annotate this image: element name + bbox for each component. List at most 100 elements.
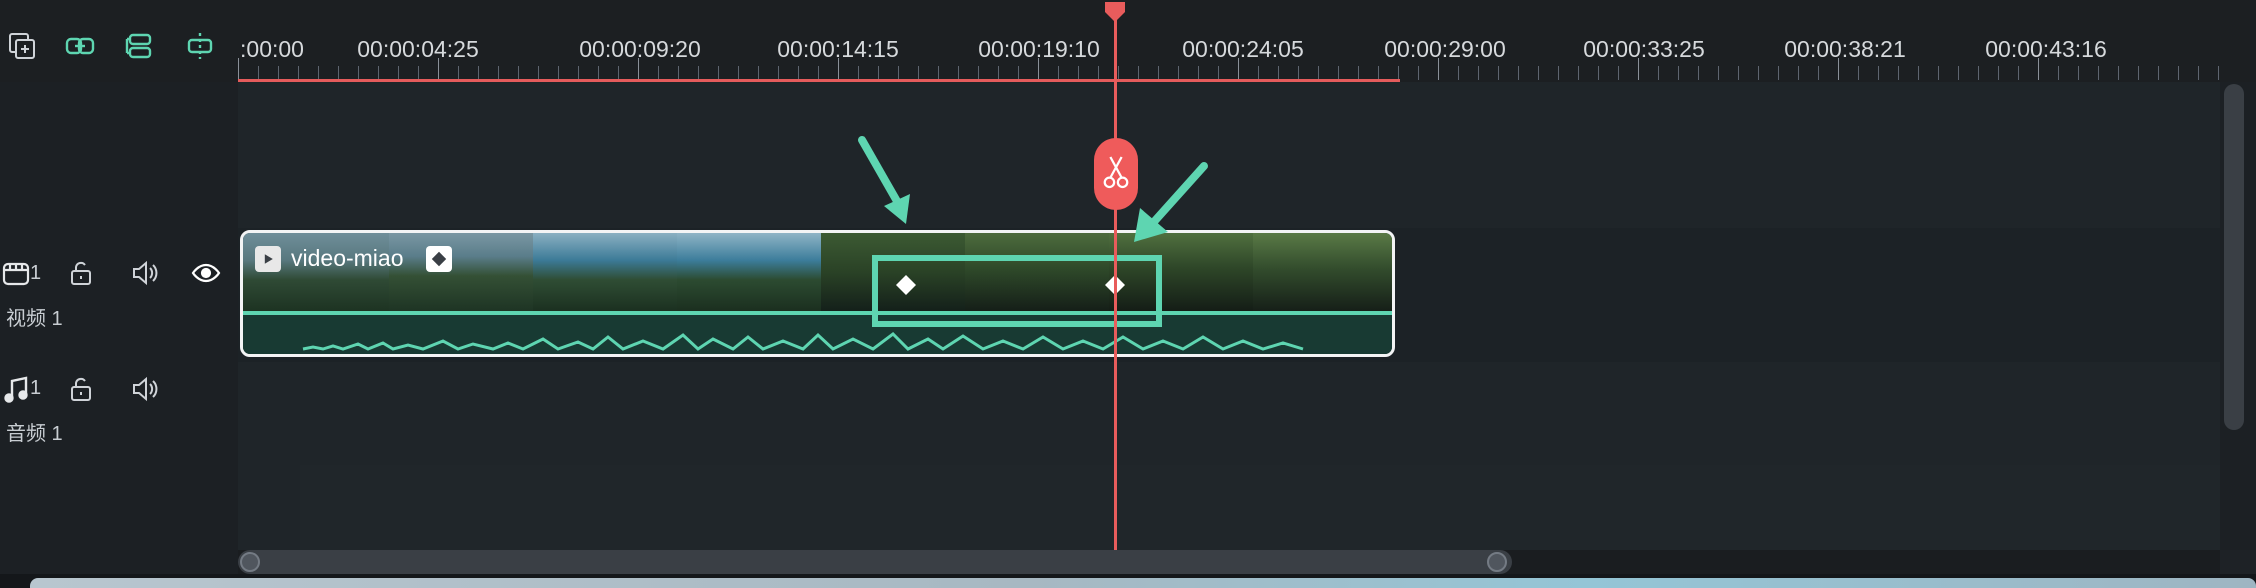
ruler-tick	[2118, 66, 2119, 80]
clip-name: video-miao	[291, 245, 404, 271]
ruler-tick	[1238, 58, 1239, 80]
ruler-tick	[458, 66, 459, 80]
ruler-tick	[1318, 66, 1319, 80]
ruler-tick	[1918, 66, 1919, 80]
ruler-label: 00:00:24:05	[1182, 36, 1304, 62]
ruler-tick	[878, 66, 879, 80]
ruler-tick	[2038, 58, 2039, 80]
ruler-tick	[1698, 66, 1699, 80]
ruler-tick	[558, 66, 559, 80]
ruler-tick	[718, 66, 719, 80]
link-icon[interactable]	[62, 28, 98, 64]
ruler-tick	[738, 66, 739, 80]
ruler-tick	[898, 66, 899, 80]
ruler-tick	[1418, 66, 1419, 80]
group-icon[interactable]	[122, 28, 158, 64]
playhead-handle[interactable]	[1103, 0, 1127, 22]
ruler-tick	[978, 66, 979, 80]
speaker-icon[interactable]	[128, 372, 162, 406]
ruler-tick	[1558, 66, 1559, 80]
lock-icon[interactable]	[64, 372, 98, 406]
ruler-tick	[1338, 66, 1339, 80]
ruler-tick	[1938, 66, 1939, 80]
ruler-label: 00:00:29:00	[1384, 36, 1506, 62]
ruler-label: 00:00:38:21	[1784, 36, 1906, 62]
ruler-tick	[1778, 66, 1779, 80]
eye-icon[interactable]	[189, 256, 223, 290]
horizontal-scrollbar-thumb[interactable]	[238, 550, 1512, 574]
ruler-tick	[798, 66, 799, 80]
keyframe-highlight-box	[872, 255, 1162, 327]
ruler-tick	[1598, 66, 1599, 80]
ruler-tick	[1878, 66, 1879, 80]
ruler-tick	[958, 66, 959, 80]
ruler-tick	[2058, 66, 2059, 80]
ruler-tick	[638, 58, 639, 80]
ruler-tick	[858, 66, 859, 80]
ruler-tick	[1858, 66, 1859, 80]
ruler-tick	[938, 66, 939, 80]
music-note-icon	[0, 372, 34, 406]
scissors-button[interactable]	[1094, 138, 1138, 210]
ruler-tick	[2078, 66, 2079, 80]
play-icon	[255, 245, 281, 272]
ruler-tick	[1218, 66, 1219, 80]
clip-thumbnail	[1253, 233, 1392, 311]
clip-thumbnail	[677, 233, 821, 311]
ruler-tick	[838, 58, 839, 80]
ruler-tick	[1358, 66, 1359, 80]
audio-track-name: 音频 1	[6, 423, 63, 445]
ruler-tick	[618, 66, 619, 80]
vertical-scrollbar-thumb[interactable]	[2224, 84, 2244, 430]
scrollbar-right-handle[interactable]	[1487, 552, 1507, 572]
ruler-tick	[238, 58, 239, 80]
ruler-tick	[1478, 66, 1479, 80]
ruler-tick	[1958, 66, 1959, 80]
ruler-tick	[818, 66, 819, 80]
ruler-label: 00:00:33:25	[1583, 36, 1705, 62]
ruler-tick	[298, 66, 299, 80]
ruler-tick	[1018, 66, 1019, 80]
clip-title-bar: video-miao	[255, 245, 452, 272]
ruler-tick	[1838, 58, 1839, 80]
ruler-tick	[1378, 66, 1379, 80]
ruler-tick	[1518, 66, 1519, 80]
ruler-tick	[1258, 66, 1259, 80]
ruler-label: 00:00:43:16	[1985, 36, 2107, 62]
ruler-tick	[1658, 66, 1659, 80]
video-track-number: 1	[30, 262, 42, 284]
ruler-label: :00:00	[240, 36, 304, 62]
ruler-tick	[338, 66, 339, 80]
ruler-tick	[2178, 66, 2179, 80]
ruler-tick	[578, 66, 579, 80]
clip-thumbnail	[533, 233, 677, 311]
ruler-label: 00:00:09:20	[579, 36, 701, 62]
speaker-icon[interactable]	[128, 256, 162, 290]
ruler-tick	[258, 66, 259, 80]
empty-track-lane[interactable]	[238, 82, 2220, 228]
ruler-tick	[1098, 66, 1099, 80]
ruler-tick	[418, 66, 419, 80]
scrollbar-left-handle[interactable]	[240, 552, 260, 572]
playhead-line[interactable]	[1114, 10, 1117, 588]
split-icon[interactable]	[182, 28, 218, 64]
ruler-tick	[378, 66, 379, 80]
ruler-tick	[1758, 66, 1759, 80]
ruler-tick	[918, 66, 919, 80]
annotation-arrow	[1134, 162, 1208, 242]
ruler-tick	[1038, 58, 1039, 80]
lock-icon[interactable]	[64, 256, 98, 290]
video-clip[interactable]: video-miao	[240, 230, 1395, 357]
ruler-tick	[2138, 66, 2139, 80]
ruler-tick	[1158, 66, 1159, 80]
ruler-tick	[1998, 66, 1999, 80]
keyframe-icon[interactable]	[425, 245, 452, 272]
ruler-tick	[1458, 66, 1459, 80]
add-track-icon[interactable]	[4, 28, 40, 64]
waveform-graphic	[302, 332, 1304, 351]
ruler-tick	[2218, 66, 2219, 80]
ruler-tick	[1538, 66, 1539, 80]
ruler-tick	[1298, 66, 1299, 80]
ruler-tick	[2098, 66, 2099, 80]
bottom-panel-edge	[30, 578, 2256, 588]
